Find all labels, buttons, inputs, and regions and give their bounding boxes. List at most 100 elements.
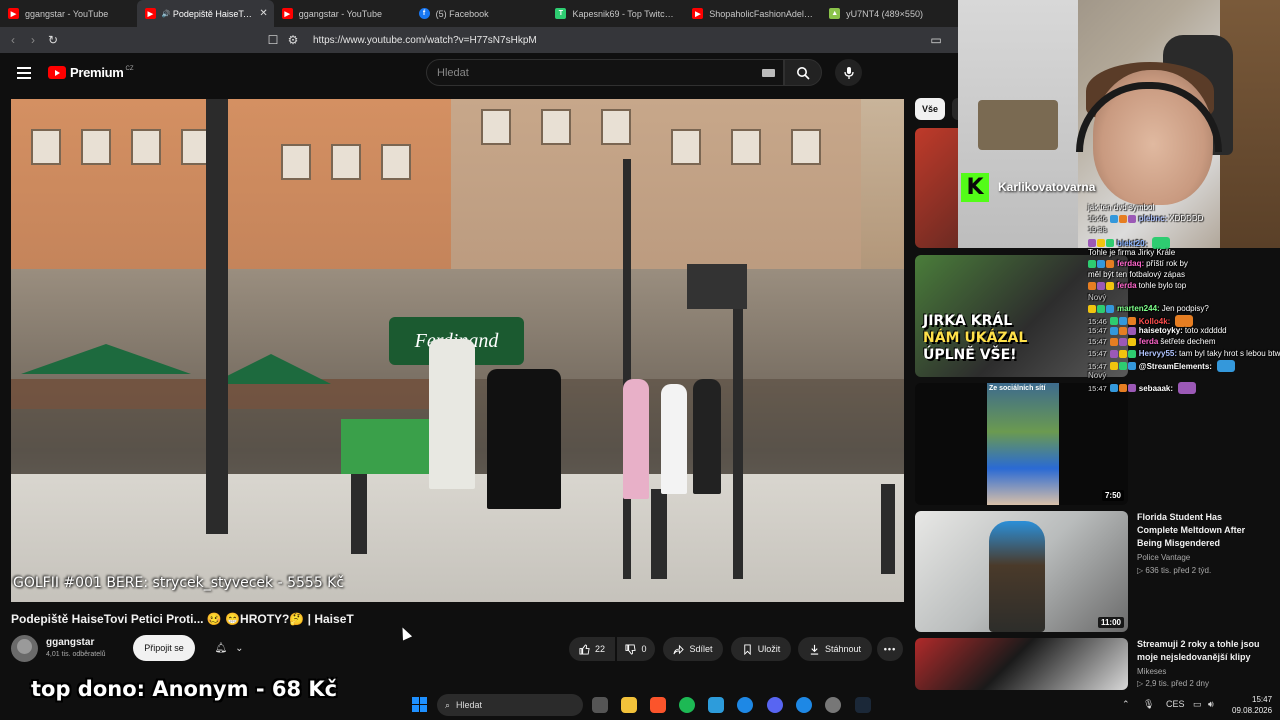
video-overlay-text: GOLFII #001 BERE: strycek_styvecek - 555…: [13, 575, 345, 591]
chat-text: Nový: [1088, 293, 1107, 302]
display-tray-icon[interactable]: ▭: [1193, 699, 1202, 710]
chat-message: Nový: [1088, 371, 1106, 380]
search-button[interactable]: [784, 59, 822, 86]
obs-icon[interactable]: [825, 697, 841, 713]
chat-text: Nový: [1088, 371, 1107, 380]
browser-tab[interactable]: T Kapesnik69 - Top Twitch Clips: [547, 0, 684, 27]
browser-tab[interactable]: ▲ yU7NT4 (489×550): [821, 0, 958, 27]
filter-chip-all[interactable]: Vše: [915, 98, 945, 120]
tab-title: Podepiště HaiseTovi Pe: [172, 8, 255, 19]
notification-bell-button[interactable]: 🔔︎ ⌄: [205, 636, 253, 660]
chat-message: jak ten dvd symbol: [1088, 203, 1154, 212]
recommendation-thumbnail[interactable]: 11:00: [915, 511, 1128, 632]
back-icon[interactable]: ‹: [3, 33, 23, 47]
recommendation-thumbnail[interactable]: Ze sociálních sítí 7:50: [915, 383, 1128, 505]
download-button[interactable]: Stáhnout: [798, 637, 872, 661]
chat-message: měl být ten fotbalový zápas: [1088, 270, 1185, 279]
chat-badge-icon: [1097, 239, 1105, 247]
chat-badge-icon: [1127, 362, 1136, 370]
video-duration: 7:50: [1101, 490, 1124, 501]
url-field[interactable]: https://www.youtube.com/watch?v=H77sN7sH…: [313, 35, 537, 46]
language-indicator[interactable]: CES: [1166, 699, 1185, 709]
save-button[interactable]: Uložit: [731, 637, 791, 661]
spotify-icon[interactable]: [679, 697, 695, 713]
chat-username: blekt20:: [1117, 238, 1148, 248]
bookmark-icon: [744, 643, 751, 655]
browser-tab-active[interactable]: ▶ 🔊 Podepiště HaiseTovi Pe ✕: [136, 0, 274, 27]
forward-icon[interactable]: ›: [23, 33, 43, 47]
recommendation-title[interactable]: Florida Student Has Complete Meltdown Af…: [1137, 511, 1265, 550]
steam-icon[interactable]: [855, 697, 871, 713]
chat-timestamp: 15:47: [1088, 383, 1107, 393]
kick-logo: K: [961, 173, 989, 202]
chat-badges: [1109, 326, 1136, 335]
system-clock[interactable]: 15:47 09.08.2026: [1232, 694, 1272, 716]
discord-icon[interactable]: [767, 697, 783, 713]
chat-username: @StreamElements:: [1138, 361, 1212, 371]
speaker-tray-icon[interactable]: 🔊︎: [1208, 699, 1214, 710]
task-view-icon[interactable]: [592, 697, 608, 713]
video-duration: 11:00: [1097, 617, 1124, 628]
dislike-button[interactable]: 0: [617, 637, 655, 661]
chat-badges: [1109, 337, 1136, 346]
chat-timestamp: 15:47: [1088, 337, 1107, 346]
mouse-cursor: [397, 625, 413, 641]
chat-badge-icon: [1118, 326, 1127, 335]
tab-title: ShopaholicFashionAdellReal: [709, 8, 814, 19]
browser-tab[interactable]: ▶ ggangstar - YouTube: [274, 0, 411, 27]
reload-icon[interactable]: ↻: [43, 33, 63, 47]
chat-badge-icon: [1127, 326, 1136, 335]
recommendation-thumbnail[interactable]: [915, 638, 1128, 690]
file-explorer-icon[interactable]: [621, 697, 637, 713]
chat-badge-icon: [1118, 214, 1127, 223]
brave-browser-icon[interactable]: [650, 697, 666, 713]
browser-tab[interactable]: ▶ ggangstar - YouTube: [0, 0, 137, 27]
app-icon[interactable]: [708, 697, 724, 713]
channel-name[interactable]: ggangstar: [46, 637, 94, 648]
bookmark-icon[interactable]: ☐: [263, 33, 283, 47]
ccleaner-icon[interactable]: [737, 697, 753, 713]
voice-search-button[interactable]: [835, 59, 862, 86]
chat-badges: [1109, 214, 1136, 223]
browser-tab[interactable]: f (5) Facebook: [411, 0, 548, 27]
chat-username: ferdaq:: [1117, 259, 1145, 268]
dislike-count: 0: [641, 644, 647, 654]
chat-timestamp: 15:47: [1088, 361, 1107, 371]
youtube-logo[interactable]: Premium CZ: [48, 65, 134, 80]
channel-avatar[interactable]: [11, 635, 38, 662]
save-label: Uložit: [757, 644, 781, 654]
browser-icon[interactable]: [796, 697, 812, 713]
browser-tab[interactable]: ▶ ShopaholicFashionAdellReal: [684, 0, 821, 27]
sidebar-icon[interactable]: ▭: [926, 33, 946, 47]
screen: ▶ ggangstar - YouTube ▶ 🔊 Podepiště Hais…: [0, 0, 1280, 720]
more-actions-button[interactable]: •••: [877, 637, 903, 661]
chat-username: Kollo4k:: [1138, 316, 1171, 326]
tab-title: yU7NT4 (489×550): [846, 8, 923, 19]
chat-message: 15:47 Hervyy55: tam byl taky hrot s lebou …: [1088, 349, 1280, 358]
keyboard-icon[interactable]: [762, 69, 775, 77]
tab-title: ggangstar - YouTube: [25, 8, 109, 19]
close-tab-icon[interactable]: ✕: [259, 8, 267, 19]
recommendation-title[interactable]: Streamuji 2 roky a tohle jsou moje nejsl…: [1137, 638, 1265, 664]
tray-overflow-icon[interactable]: ⌃: [1122, 699, 1130, 710]
search-placeholder: Hledat: [437, 66, 469, 79]
video-title: Podepiště HaiseTovi Petici Proti... 🥴 😁H…: [11, 612, 354, 626]
microphone-tray-icon[interactable]: 🎙︎: [1143, 699, 1154, 710]
chat-timestamp: 15:47: [1088, 349, 1107, 358]
recommendation-channel[interactable]: Mikeses: [1137, 666, 1166, 678]
like-button[interactable]: 22: [569, 637, 615, 661]
menu-icon[interactable]: [17, 67, 31, 79]
address-bar: ‹ › ↻ ☐ ⚙ https://www.youtube.com/watch?…: [0, 27, 958, 53]
join-button[interactable]: Připojit se: [133, 635, 195, 661]
windows-start-icon[interactable]: [412, 697, 427, 712]
clock-time: 15:47: [1252, 695, 1273, 704]
search-input[interactable]: Hledat: [426, 59, 784, 86]
chat-username: haisetoyky:: [1138, 326, 1183, 335]
share-button[interactable]: Sdílet: [663, 637, 723, 661]
taskbar-search[interactable]: ⌕ Hledat: [437, 694, 583, 716]
recommendation-channel[interactable]: Police Vantage: [1137, 552, 1190, 564]
facebook-icon: f: [418, 8, 430, 19]
chat-badge-icon: [1109, 317, 1118, 325]
video-player[interactable]: Ferdinand GOLFII #001 BERE: strycek_styv…: [11, 99, 904, 602]
site-info-icon[interactable]: ⚙: [283, 33, 303, 47]
